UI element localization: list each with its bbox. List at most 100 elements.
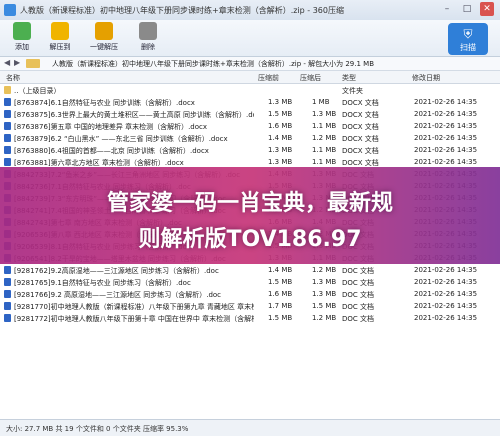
file-modified-date: 2021-02-26 14:35 [414, 314, 478, 322]
file-type: 文件夹 [342, 87, 363, 95]
extract-to-label: 解压到 [49, 43, 71, 51]
file-row[interactable]: [8763880]6.4祖国的首都——北京 同步训练（含解析）.docx 1.3 … [0, 145, 500, 156]
scan-button[interactable]: ⛨ 扫描 [448, 23, 488, 55]
file-name: [8763879]6.2 “白山黑水” ——东北三省 同步训练（含解析）.doc… [14, 135, 228, 143]
file-row[interactable]: [9281766]9.2 高原湿地——三江源地区 同步练习（含解析）.doc 1.… [0, 289, 500, 300]
extract-icon [51, 22, 69, 40]
file-modified-date: 2021-02-26 14:35 [414, 278, 478, 286]
file-row[interactable]: [9281770]初中地理人教版（新课程标准）八年级下册第九章 青藏地区 章末检… [0, 301, 500, 312]
one-click-extract-button[interactable]: 一键解压 [84, 22, 124, 52]
file-modified-date: 2021-02-26 14:35 [414, 266, 478, 274]
add-icon [13, 22, 31, 40]
file-modified-date: 2021-02-26 14:35 [414, 134, 478, 142]
file-compressed-size: 1.7 MB [268, 302, 293, 310]
file-original-size: 1.1 MB [312, 158, 337, 166]
forward-arrow-icon[interactable]: ▶ [14, 58, 20, 67]
file-original-size: 1.1 MB [312, 146, 337, 154]
overlay-banner: 管家婆一码一肖宝典，最新规 则解析版TOV186.97 [0, 167, 500, 264]
file-row[interactable]: [9281765]9.1自然特征与农业 同步练习（含解析）.doc 1.5 MB 1… [0, 277, 500, 288]
file-compressed-size: 1.4 MB [268, 134, 293, 142]
file-row[interactable]: [9281762]9.2高原湿地——三江源地区 同步练习（含解析）.doc 1.4… [0, 265, 500, 276]
file-row[interactable]: [8763874]6.1自然特征与农业 同步训练（含解析）.docx 1.3 MB… [0, 97, 500, 108]
word-document-icon [4, 158, 11, 166]
file-original-size: 1.5 MB [312, 302, 337, 310]
file-compressed-size: 1.3 MB [268, 146, 293, 154]
file-modified-date: 2021-02-26 14:35 [414, 290, 478, 298]
file-name: [8763874]6.1自然特征与农业 同步训练（含解析）.docx [14, 99, 195, 107]
file-original-size: 1.2 MB [312, 266, 337, 274]
column-name[interactable]: 名称 [6, 73, 20, 83]
file-compressed-size: 1.4 MB [268, 266, 293, 274]
close-button[interactable]: ✕ [480, 2, 494, 16]
minimize-button[interactable]: – [440, 2, 454, 16]
file-compressed-size: 1.5 MB [268, 110, 293, 118]
folder-up-icon[interactable] [26, 59, 40, 68]
file-row[interactable]: [8763875]6.3世界上最大的黄土堆积区——黄土高原 同步训练（含解析）.… [0, 109, 500, 120]
file-original-size: 1.3 MB [312, 278, 337, 286]
file-row[interactable]: [8763876]第五章 中国的地理差异 章末检测（含解析）.docx 1.6 M… [0, 121, 500, 132]
parent-directory-row[interactable]: ..（上级目录） 文件夹 [0, 85, 500, 96]
file-type: DOC 文档 [342, 315, 375, 323]
window-title: 人教版（新课程标准）初中地理八年级下册同步课时练+章末检测（含解析）.zip -… [20, 6, 344, 15]
file-type: DOC 文档 [342, 303, 375, 311]
file-type: DOCX 文档 [342, 111, 379, 119]
file-modified-date: 2021-02-26 14:35 [414, 110, 478, 118]
word-document-icon [4, 146, 11, 154]
word-document-icon [4, 266, 11, 274]
status-text: 大小: 27.7 MB 共 19 个文件和 0 个文件夹 压缩率 95.3% [6, 425, 189, 433]
delete-button[interactable]: 删除 [128, 22, 168, 52]
title-bar: 人教版（新课程标准）初中地理八年级下册同步课时练+章末检测（含解析）.zip -… [0, 0, 500, 21]
file-original-size: 1.3 MB [312, 110, 337, 118]
word-document-icon [4, 122, 11, 130]
file-original-size: 1 MB [312, 98, 330, 106]
one-click-extract-label: 一键解压 [90, 43, 118, 51]
file-compressed-size: 1.6 MB [268, 122, 293, 130]
file-modified-date: 2021-02-26 14:35 [414, 158, 478, 166]
file-compressed-size: 1.5 MB [268, 314, 293, 322]
file-row[interactable]: [8763879]6.2 “白山黑水” ——东北三省 同步训练（含解析）.doc… [0, 133, 500, 144]
column-header-row: 名称 压缩前 压缩后 类型 修改日期 [0, 71, 500, 84]
file-name: [9281762]9.2高原湿地——三江源地区 同步练习（含解析）.doc [14, 267, 219, 275]
maximize-button[interactable]: □ [460, 2, 474, 16]
file-name: [9281766]9.2 高原湿地——三江源地区 同步练习（含解析）.doc [14, 291, 222, 299]
file-modified-date: 2021-02-26 14:35 [414, 146, 478, 154]
file-modified-date: 2021-02-26 14:35 [414, 302, 478, 310]
column-original[interactable]: 压缩后 [300, 73, 321, 83]
file-compressed-size: 1.5 MB [268, 278, 293, 286]
extract-to-button[interactable]: 解压到 [40, 22, 80, 52]
file-original-size: 1.2 MB [312, 314, 337, 322]
file-type: DOC 文档 [342, 291, 375, 299]
banner-line-2: 则解析版TOV186.97 [138, 227, 362, 252]
file-type: DOCX 文档 [342, 99, 379, 107]
back-arrow-icon[interactable]: ◀ [4, 58, 10, 67]
file-modified-date: 2021-02-26 14:35 [414, 122, 478, 130]
column-modified[interactable]: 修改日期 [412, 73, 440, 83]
file-modified-date: 2021-02-26 14:35 [414, 98, 478, 106]
file-type: DOC 文档 [342, 279, 375, 287]
file-name: [9281770]初中地理人教版（新课程标准）八年级下册第九章 青藏地区 章末检… [14, 303, 254, 311]
app-logo-icon [4, 4, 16, 16]
file-compressed-size: 1.3 MB [268, 158, 293, 166]
word-document-icon [4, 98, 11, 106]
file-name: [8763880]6.4祖国的首都——北京 同步训练（含解析）.docx [14, 147, 209, 155]
file-name: [9281765]9.1自然特征与农业 同步练习（含解析）.doc [14, 279, 191, 287]
delete-label: 删除 [141, 43, 155, 51]
file-original-size: 1.3 MB [312, 290, 337, 298]
banner-line-1: 管家婆一码一肖宝典，最新规 [106, 191, 393, 216]
file-name: [8763876]第五章 中国的地理差异 章末检测（含解析）.docx [14, 123, 208, 131]
add-button[interactable]: 添加 [2, 22, 42, 52]
folder-up-icon [4, 86, 11, 94]
column-compressed[interactable]: 压缩前 [258, 73, 279, 83]
shield-icon: ⛨ [463, 27, 473, 41]
file-type: DOCX 文档 [342, 147, 379, 155]
file-original-size: 1.2 MB [312, 134, 337, 142]
word-document-icon [4, 302, 11, 310]
path-bar: ◀ ▶ 人教版（新课程标准）初中地理八年级下册同步课时练+章末检测（含解析）.z… [0, 57, 500, 71]
file-name: [8763875]6.3世界上最大的黄土堆积区——黄土高原 同步训练（含解析）.… [14, 111, 254, 119]
file-row[interactable]: [9281772]初中地理人教版八年级下册第十章 中国在世界中 章末检测（含解析… [0, 313, 500, 324]
file-type: DOCX 文档 [342, 135, 379, 143]
file-name: ..（上级目录） [14, 87, 61, 95]
file-compressed-size: 1.6 MB [268, 290, 293, 298]
column-type[interactable]: 类型 [342, 73, 356, 83]
word-document-icon [4, 314, 11, 322]
